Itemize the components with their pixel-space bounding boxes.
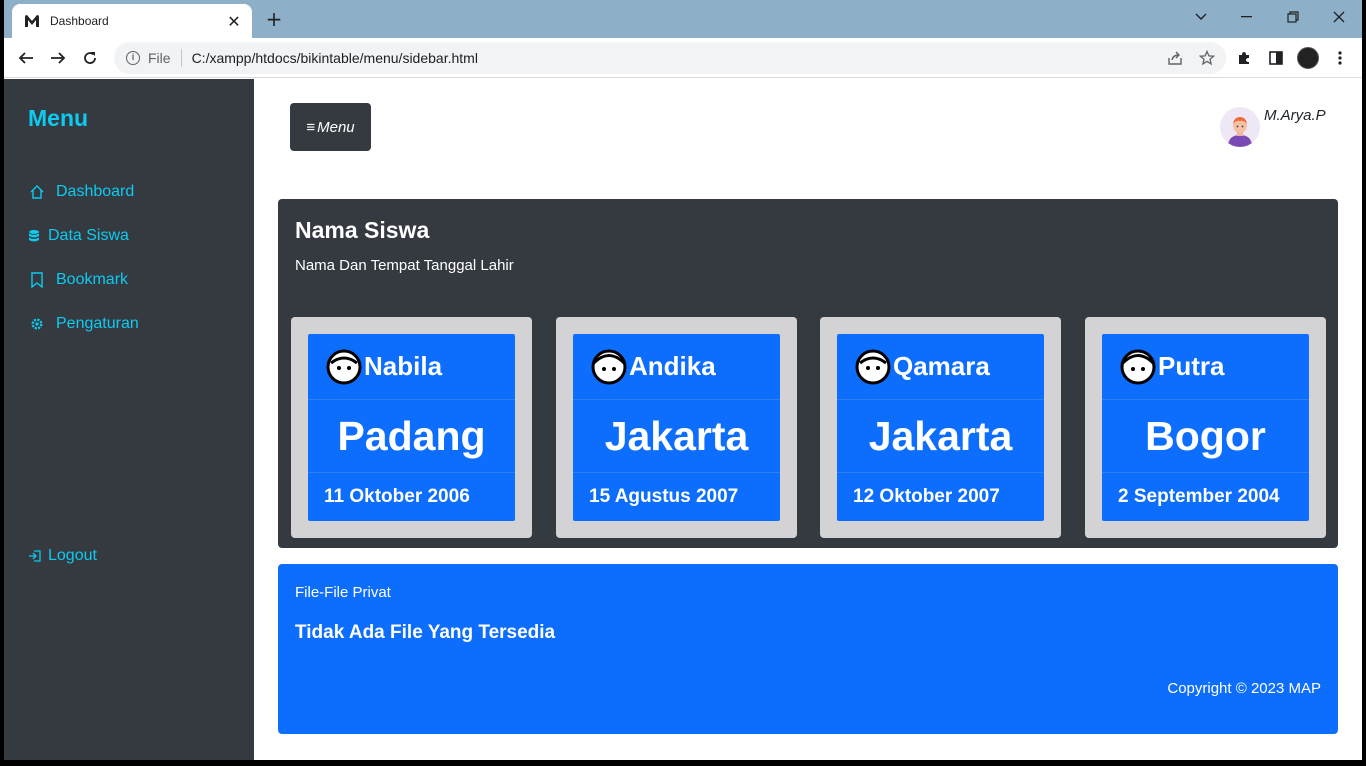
student-face-icon [326, 349, 362, 384]
sidebar-item-data-siswa[interactable]: Data Siswa [28, 227, 129, 245]
copyright-text: Copyright © 2023 MAP [1167, 680, 1321, 697]
files-empty-message: Tidak Ada File Yang Tersedia [295, 622, 556, 643]
browser-window: Dashboard ✕ + i File C:/xampp/htdocs/bik… [4, 0, 1362, 760]
student-birthdate: 15 Agustus 2007 [589, 486, 739, 507]
extensions-icon[interactable] [1230, 44, 1258, 72]
students-panel: Nama Siswa Nama Dan Tempat Tanggal Lahir… [278, 199, 1338, 548]
logout-label: Logout [48, 547, 97, 564]
url-divider [180, 49, 182, 67]
files-panel: File-File Privat Tidak Ada File Yang Ter… [278, 564, 1338, 734]
student-name: Nabila [364, 351, 443, 381]
menu-toggle-button[interactable]: ≡ Menu [290, 103, 371, 151]
side-panel-icon[interactable] [1262, 44, 1290, 72]
tab-strip: Dashboard ✕ + [4, 0, 1362, 38]
back-icon[interactable] [12, 44, 40, 72]
share-icon[interactable] [1162, 45, 1188, 71]
address-bar[interactable]: i File C:/xampp/htdocs/bikintable/menu/s… [114, 42, 1226, 74]
student-card: Nabila Padang 11 Oktober 2006 [291, 317, 532, 538]
tab-title: Dashboard [50, 14, 109, 28]
home-icon [28, 183, 46, 201]
student-city: Jakarta [837, 401, 1044, 473]
student-city: Padang [308, 401, 515, 473]
student-birthdate: 12 Oktober 2007 [853, 486, 1000, 507]
student-name: Andika [629, 351, 716, 381]
browser-toolbar: i File C:/xampp/htdocs/bikintable/menu/s… [4, 38, 1362, 78]
reload-icon[interactable] [76, 44, 104, 72]
menu-button-label: Menu [317, 118, 355, 136]
more-menu-icon[interactable] [1326, 44, 1354, 72]
files-panel-label: File-File Privat [295, 584, 391, 601]
student-city: Jakarta [573, 401, 780, 473]
database-icon [28, 227, 40, 245]
tab-search-icon[interactable] [1178, 4, 1224, 30]
url-scheme: File [148, 50, 171, 66]
forward-icon[interactable] [44, 44, 72, 72]
gear-icon [28, 315, 46, 333]
minimize-icon[interactable] [1224, 4, 1270, 30]
student-name: Putra [1158, 351, 1225, 381]
student-city: Bogor [1102, 401, 1309, 473]
main-area: ≡ Menu M.Arya.P Nama Siswa Nama Dan Temp… [254, 79, 1362, 760]
avatar[interactable] [1220, 107, 1260, 147]
student-name: Qamara [893, 351, 990, 381]
site-info-icon[interactable]: i [126, 51, 140, 65]
close-window-icon[interactable] [1316, 4, 1362, 30]
new-tab-icon[interactable]: + [262, 8, 286, 32]
student-face-icon [591, 349, 627, 384]
sidebar-item-label: Pengaturan [56, 315, 139, 332]
url-text[interactable]: C:/xampp/htdocs/bikintable/menu/sidebar.… [192, 50, 1162, 66]
student-card: Putra Bogor 2 September 2004 [1085, 317, 1326, 538]
hamburger-icon: ≡ [306, 118, 316, 136]
sidebar-item-bookmark[interactable]: Bookmark [28, 271, 128, 289]
sidebar-item-pengaturan[interactable]: Pengaturan [28, 315, 139, 333]
student-birthdate: 11 Oktober 2006 [324, 486, 470, 507]
bookmark-icon [28, 271, 46, 289]
logout-link[interactable]: Logout [28, 547, 97, 565]
panel-subtitle: Nama Dan Tempat Tanggal Lahir [295, 257, 514, 274]
sidebar-item-label: Data Siswa [48, 227, 129, 244]
favicon-icon [24, 13, 40, 29]
bookmark-star-icon[interactable] [1194, 45, 1220, 71]
sidebar-item-label: Dashboard [56, 183, 135, 200]
sidebar-brand: Menu [28, 105, 89, 131]
student-birthdate: 2 September 2004 [1118, 486, 1280, 507]
student-card: Andika Jakarta 15 Agustus 2007 [556, 317, 797, 538]
sidebar-item-dashboard[interactable]: Dashboard [28, 183, 134, 201]
logout-icon [28, 547, 42, 565]
page-content: Menu Dashboard Data Siswa Bookmark Penga… [4, 79, 1362, 760]
tab-close-icon[interactable]: ✕ [226, 12, 242, 31]
sidebar: Menu Dashboard Data Siswa Bookmark Penga… [4, 79, 254, 760]
student-face-icon [855, 349, 891, 384]
profile-avatar-icon[interactable] [1294, 44, 1322, 72]
user-name: M.Arya.P [1264, 107, 1326, 124]
sidebar-item-label: Bookmark [56, 271, 129, 288]
restore-icon[interactable] [1270, 4, 1316, 30]
panel-title: Nama Siswa [295, 217, 430, 243]
tab-dashboard[interactable]: Dashboard ✕ [12, 4, 252, 38]
student-face-icon [1120, 349, 1156, 384]
student-card: Qamara Jakarta 12 Oktober 2007 [820, 317, 1061, 538]
